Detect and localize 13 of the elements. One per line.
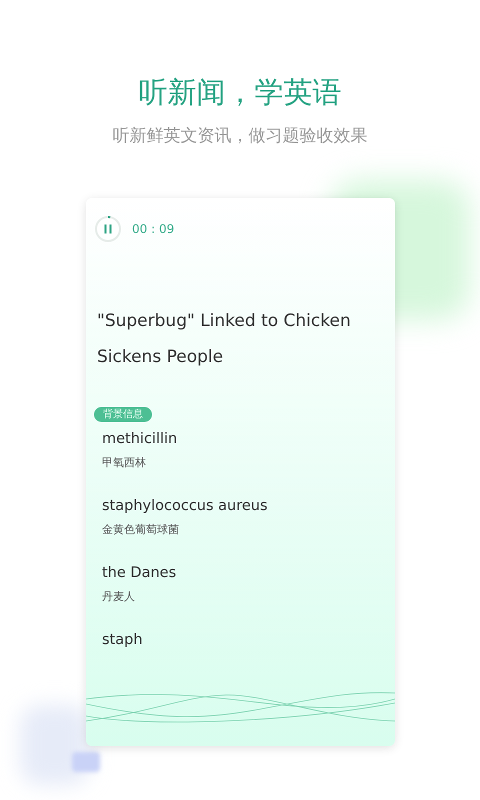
article-title: "Superbug" Linked to Chicken Sickens People (97, 310, 352, 369)
vocabulary-word: methicillin (102, 430, 178, 449)
word-translation: 丹麦人 (102, 589, 136, 605)
pause-button[interactable] (94, 215, 122, 243)
word-translation: 甲氧西林 (102, 455, 147, 471)
word-translation: 金黄色葡萄球菌 (102, 522, 180, 538)
vocabulary-word: staphylococcus aureus (102, 497, 269, 516)
playback-time: 00 : 09 (132, 222, 174, 236)
vocabulary-word: staph (102, 631, 144, 650)
vocabulary-word: the Danes (102, 564, 178, 583)
subtitle: 听新鲜英文资讯，做习题验收效果 (112, 125, 368, 148)
tag-label: 背景信息 (94, 407, 152, 422)
headline: 听新闻，学英语 (138, 74, 342, 111)
